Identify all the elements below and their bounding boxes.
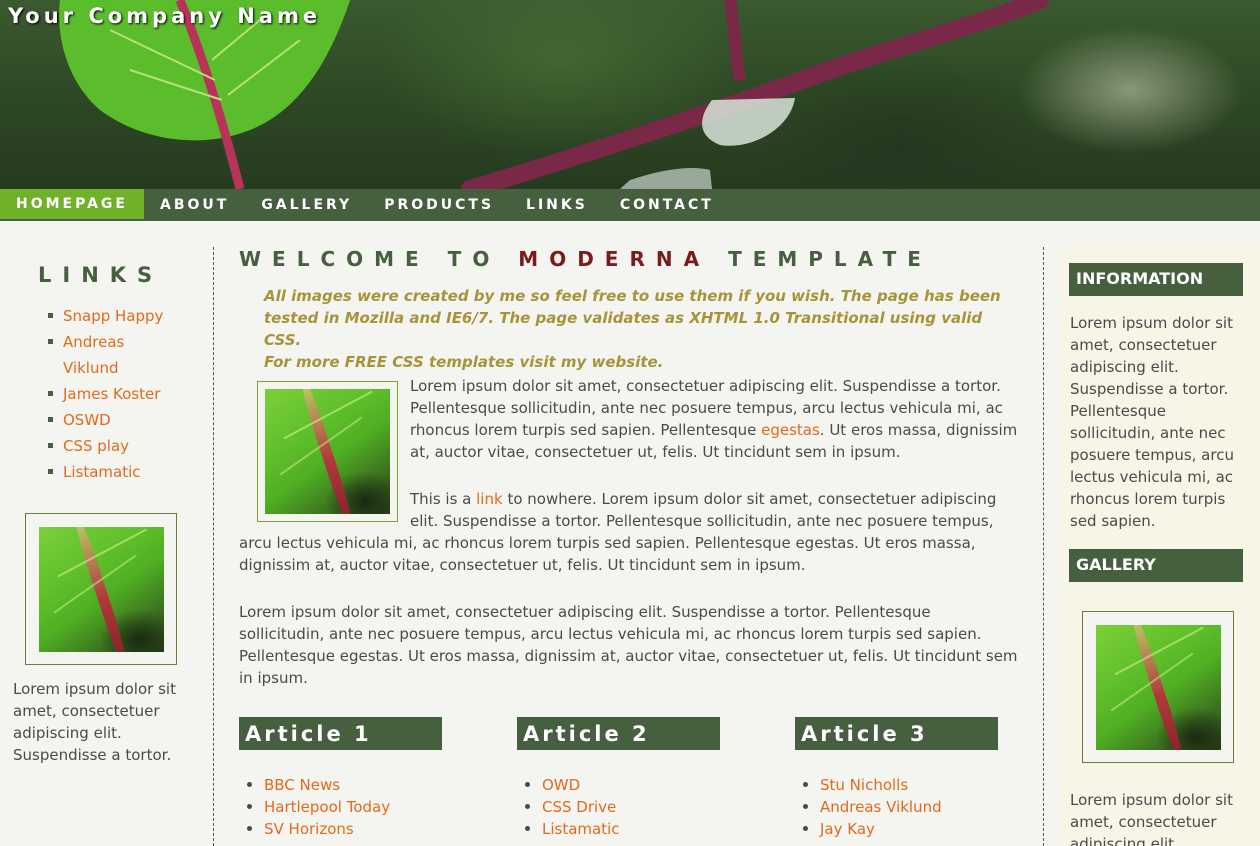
link-css-drive[interactable]: CSS Drive (542, 798, 616, 816)
link-andreas-viklund[interactable]: Andreas Viklund (820, 798, 942, 816)
branch-twig (724, 0, 746, 82)
link-hartlepool-today[interactable]: Hartlepool Today (264, 798, 390, 816)
branch (461, 0, 1049, 189)
link-owd[interactable]: OWD (542, 776, 580, 794)
links-list: Snapp Happy Andreas Viklund James Koster… (48, 303, 178, 485)
article-2: Article 2 OWD CSS Drive Listamatic (517, 717, 737, 840)
list-item: CSS play (48, 433, 178, 459)
left-image-frame (25, 513, 177, 665)
link-nowhere[interactable]: link (476, 490, 503, 508)
list-item: Snapp Happy (48, 303, 178, 329)
links-heading: LINKS (38, 263, 164, 287)
link-james-koster[interactable]: James Koster (63, 385, 160, 403)
list-item: Andreas Viklund (48, 329, 178, 381)
intro-line-2: For more FREE CSS templates visit my web… (264, 353, 664, 371)
link-egestas[interactable]: egestas (761, 421, 820, 439)
nav-gallery[interactable]: GALLERY (245, 189, 368, 221)
left-divider (213, 247, 214, 846)
paragraph-3: Lorem ipsum dolor sit amet, consectetuer… (239, 603, 1018, 687)
left-sidebar: LINKS Snapp Happy Andreas Viklund James … (0, 221, 213, 846)
article-links: BBC News Hartlepool Today SV Horizons (239, 774, 459, 840)
title-part-3: TEMPLATE (728, 247, 932, 271)
left-text: Lorem ipsum dolor sit amet, consectetuer… (13, 680, 176, 764)
list-item: Jay Kay (795, 818, 1015, 840)
link-css-play[interactable]: CSS play (63, 437, 129, 455)
article-1: Article 1 BBC News Hartlepool Today SV H… (239, 717, 459, 840)
list-item: Listamatic (48, 459, 178, 485)
list-item: James Koster (48, 381, 178, 407)
list-item: SV Horizons (239, 818, 459, 840)
list-item: Andreas Viklund (795, 796, 1015, 818)
nav-about[interactable]: ABOUT (144, 189, 245, 221)
list-item: CSS Drive (517, 796, 737, 818)
leaf-image (39, 527, 164, 652)
leaf-image (265, 389, 390, 514)
link-sv-horizons[interactable]: SV Horizons (264, 820, 354, 838)
body-text: Lorem ipsum dolor sit amet, consectetuer… (239, 375, 1019, 714)
link-stu-nicholls[interactable]: Stu Nicholls (820, 776, 908, 794)
nav-homepage[interactable]: HOMEPAGE (0, 189, 144, 219)
article-links: Stu Nicholls Andreas Viklund Jay Kay (795, 774, 1015, 840)
leaf-image[interactable] (1096, 625, 1221, 750)
header-photo (59, 0, 1049, 189)
title-accent: MODERNA (518, 247, 711, 271)
intro-text: All images were created by me so feel fr… (264, 285, 1004, 373)
page-title: WELCOME TO MODERNA TEMPLATE (239, 247, 932, 271)
nav-contact[interactable]: CONTACT (604, 189, 730, 221)
link-bbc-news[interactable]: BBC News (264, 776, 340, 794)
list-item: OWD (517, 774, 737, 796)
title-part-1: WELCOME TO (239, 247, 501, 271)
nav-links[interactable]: LINKS (510, 189, 604, 221)
link-andreas-viklund[interactable]: Andreas Viklund (63, 333, 124, 377)
main-nav: HOMEPAGE ABOUT GALLERY PRODUCTS LINKS CO… (0, 189, 1260, 221)
intro-line-1: All images were created by me so feel fr… (264, 287, 1001, 349)
link-jay-kay[interactable]: Jay Kay (820, 820, 875, 838)
water-drop-2 (620, 168, 712, 189)
list-item: Stu Nicholls (795, 774, 1015, 796)
link-snapp-happy[interactable]: Snapp Happy (63, 307, 163, 325)
link-listamatic[interactable]: Listamatic (542, 820, 620, 838)
article-links: OWD CSS Drive Listamatic (517, 774, 737, 840)
gallery-text: Lorem ipsum dolor sit amet, consectetuer… (1070, 791, 1233, 846)
list-item: Hartlepool Today (239, 796, 459, 818)
nav-products[interactable]: PRODUCTS (368, 189, 510, 221)
list-item: OSWD (48, 407, 178, 433)
link-oswd[interactable]: OSWD (63, 411, 111, 429)
article-3: Article 3 Stu Nicholls Andreas Viklund J… (795, 717, 1015, 840)
link-listamatic[interactable]: Listamatic (63, 463, 141, 481)
gallery-heading: GALLERY (1069, 549, 1243, 582)
information-heading: INFORMATION (1069, 263, 1243, 296)
header-banner: Your Company Name (0, 0, 1260, 189)
water-drop (702, 98, 795, 146)
list-item: BBC News (239, 774, 459, 796)
main-content: WELCOME TO MODERNA TEMPLATE All images w… (239, 221, 1019, 846)
right-sidebar: INFORMATION Lorem ipsum dolor sit amet, … (1060, 247, 1260, 846)
body-image-frame (257, 381, 398, 522)
information-text: Lorem ipsum dolor sit amet, consectetuer… (1070, 314, 1234, 530)
site-title: Your Company Name (8, 4, 322, 28)
article-title: Article 3 (795, 717, 998, 750)
gallery-image-frame (1082, 611, 1234, 763)
right-divider (1043, 247, 1044, 846)
article-title: Article 2 (517, 717, 720, 750)
list-item: Listamatic (517, 818, 737, 840)
article-title: Article 1 (239, 717, 442, 750)
